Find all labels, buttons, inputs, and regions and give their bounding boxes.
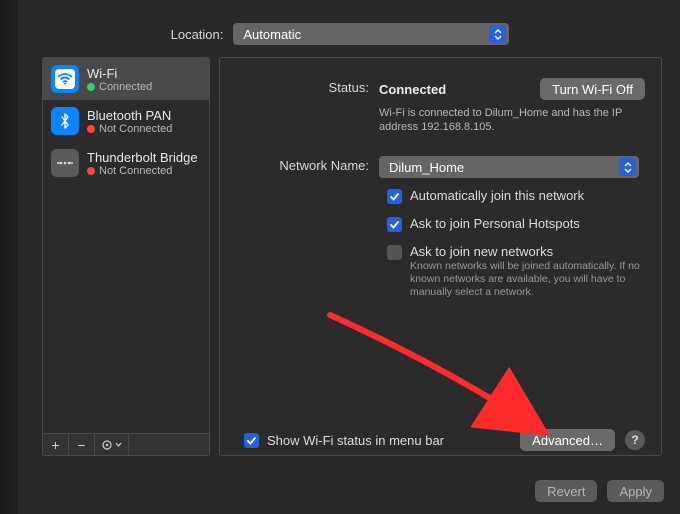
status-dot-icon <box>87 83 95 91</box>
status-dot-icon <box>87 167 95 175</box>
detail-panel: Status: Connected Turn Wi-Fi Off Wi-Fi i… <box>219 57 662 456</box>
network-name-select[interactable]: Dilum_Home <box>379 156 639 178</box>
location-label: Location: <box>171 27 224 42</box>
sidebar-item-wifi[interactable]: Wi-Fi Connected <box>43 58 209 100</box>
status-value: Connected <box>379 82 446 97</box>
sidebar-item-label: Bluetooth PAN <box>87 108 172 123</box>
wifi-icon <box>51 65 79 93</box>
show-status-checkbox[interactable] <box>244 433 259 448</box>
auto-join-label: Automatically join this network <box>410 188 584 203</box>
add-service-button[interactable]: + <box>43 434 69 455</box>
thunderbolt-icon <box>51 149 79 177</box>
status-description: Wi-Fi is connected to Dilum_Home and has… <box>379 106 634 134</box>
ask-hotspot-label: Ask to join Personal Hotspots <box>410 216 580 231</box>
auto-join-checkbox[interactable] <box>387 189 402 204</box>
ask-new-networks-label: Ask to join new networks <box>410 244 553 259</box>
chevron-down-icon <box>115 442 122 447</box>
status-label: Status: <box>234 78 369 95</box>
network-name-value: Dilum_Home <box>389 160 464 175</box>
ask-new-networks-note: Known networks will be joined automatica… <box>410 260 645 299</box>
apply-button[interactable]: Apply <box>607 480 664 502</box>
updown-icon <box>489 25 506 43</box>
location-value: Automatic <box>243 27 301 42</box>
more-actions-button[interactable] <box>95 434 129 455</box>
turn-wifi-off-button[interactable]: Turn Wi-Fi Off <box>540 78 645 100</box>
bluetooth-icon <box>51 107 79 135</box>
network-services-list: Wi-Fi Connected Bluetooth PAN Not Connec… <box>42 57 210 456</box>
list-bottom-bar: + − <box>43 433 209 455</box>
location-row: Location: Automatic <box>0 23 680 45</box>
advanced-button[interactable]: Advanced… <box>520 429 615 451</box>
sidebar-item-thunderbolt-bridge[interactable]: Thunderbolt Bridge Not Connected <box>43 142 209 184</box>
revert-button[interactable]: Revert <box>535 480 597 502</box>
remove-service-button[interactable]: − <box>69 434 95 455</box>
sidebar-item-label: Wi-Fi <box>87 66 152 81</box>
sidebar-item-label: Thunderbolt Bridge <box>87 150 198 165</box>
gear-dropdown-icon <box>102 439 114 451</box>
updown-icon <box>619 158 636 176</box>
ask-new-networks-checkbox[interactable] <box>387 245 402 260</box>
location-select[interactable]: Automatic <box>233 23 509 45</box>
window-left-shadow <box>0 0 18 514</box>
status-dot-icon <box>87 125 95 133</box>
ask-hotspot-checkbox[interactable] <box>387 217 402 232</box>
help-button[interactable]: ? <box>625 430 645 450</box>
network-name-label: Network Name: <box>234 156 369 173</box>
show-status-label: Show Wi-Fi status in menu bar <box>267 433 444 448</box>
window-actions: Revert Apply <box>535 480 664 502</box>
sidebar-item-bluetooth-pan[interactable]: Bluetooth PAN Not Connected <box>43 100 209 142</box>
